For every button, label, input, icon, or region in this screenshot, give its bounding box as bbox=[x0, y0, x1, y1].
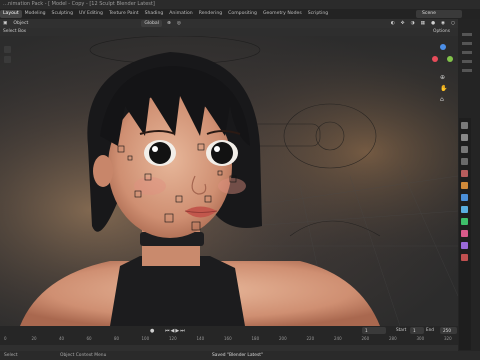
orientation-dropdown[interactable]: Global bbox=[141, 20, 162, 27]
frame-tick: 100 bbox=[141, 336, 150, 341]
y-axis-icon[interactable] bbox=[447, 56, 453, 62]
status-select: Select bbox=[4, 353, 18, 358]
frame-tick: 220 bbox=[306, 336, 315, 341]
tab-geometry-nodes[interactable]: Geometry Nodes bbox=[260, 10, 305, 18]
properties-tabs bbox=[459, 118, 471, 350]
move-icon[interactable] bbox=[4, 56, 11, 63]
current-frame-field[interactable]: 1 bbox=[362, 327, 386, 334]
tool-tab-icon[interactable] bbox=[461, 122, 468, 129]
data-tab-icon[interactable] bbox=[461, 242, 468, 249]
status-bar: Select Object Context Menu Saved "Blende… bbox=[0, 351, 480, 360]
scene-render bbox=[0, 36, 458, 326]
material-tab-icon[interactable] bbox=[461, 254, 468, 261]
status-message: Saved "Blender Latest" bbox=[212, 353, 263, 358]
viewport-header: ▣ Object Global ⊕ ◎ ◐ ✥ ◑ ▦ ● ◉ ○ bbox=[0, 19, 458, 28]
modifier-tab-icon[interactable] bbox=[461, 194, 468, 201]
frame-tick: 80 bbox=[114, 336, 120, 341]
tab-shading[interactable]: Shading bbox=[142, 10, 167, 18]
cursor-icon[interactable] bbox=[4, 46, 11, 53]
visibility-icon[interactable]: ◐ bbox=[388, 19, 398, 28]
shading-render-icon[interactable]: ○ bbox=[448, 19, 458, 28]
frame-tick: 60 bbox=[86, 336, 92, 341]
frame-tick: 160 bbox=[224, 336, 232, 341]
tab-layout[interactable]: Layout bbox=[0, 10, 22, 18]
frame-tick: 200 bbox=[279, 336, 287, 341]
frame-tick: 280 bbox=[389, 336, 397, 341]
xray-icon[interactable]: ▦ bbox=[418, 19, 428, 28]
tab-modeling[interactable]: Modeling bbox=[22, 10, 49, 18]
tab-uv-editing[interactable]: UV Editing bbox=[76, 10, 106, 18]
outliner-row[interactable] bbox=[462, 69, 472, 72]
frame-tick: 40 bbox=[59, 336, 65, 341]
view-layer-tab-icon[interactable] bbox=[461, 158, 468, 165]
shading-solid-icon[interactable]: ● bbox=[428, 19, 438, 28]
tool-header: Select Box Options bbox=[0, 28, 458, 36]
particles-tab-icon[interactable] bbox=[461, 206, 468, 213]
scene-selector[interactable]: Scene bbox=[416, 10, 462, 18]
render-tab-icon[interactable] bbox=[461, 134, 468, 141]
keyframe-icon[interactable]: ● bbox=[150, 328, 154, 334]
frame-tick: 260 bbox=[361, 336, 370, 341]
tab-rendering[interactable]: Rendering bbox=[196, 10, 225, 18]
frame-ruler[interactable]: 0 20 40 60 80 100 120 140 160 180 200 220 240 260 280 3… bbox=[0, 336, 458, 344]
workspace-tabs: Layout Modeling Sculpting UV Editing Texture… bbox=[0, 9, 480, 19]
overlay-icon[interactable]: ◑ bbox=[408, 19, 418, 28]
window-title: …nimation Pack - [ Model - Copy - [12 Sc… bbox=[0, 0, 480, 9]
proportional-icon[interactable]: ◎ bbox=[174, 19, 184, 28]
tab-scripting[interactable]: Scripting bbox=[305, 10, 331, 18]
physics-tab-icon[interactable] bbox=[461, 218, 468, 225]
playback-controls: ● ⏮◀▶⏭ 1 Start 1 End 250 bbox=[0, 326, 458, 335]
outliner-row[interactable] bbox=[462, 60, 472, 63]
status-context-menu: Object Context Menu bbox=[60, 353, 107, 358]
tab-compositing[interactable]: Compositing bbox=[225, 10, 260, 18]
tab-texture-paint[interactable]: Texture Paint bbox=[106, 10, 142, 18]
gizmo-icon[interactable]: ✥ bbox=[398, 19, 408, 28]
camera-icon[interactable]: ⌂ bbox=[440, 96, 447, 103]
scene-label: Scene bbox=[422, 11, 437, 16]
snap-icon[interactable]: ⊕ bbox=[164, 19, 174, 28]
menu-object[interactable]: Object bbox=[10, 19, 31, 28]
start-frame-field[interactable]: 1 bbox=[410, 327, 424, 334]
outliner-row[interactable] bbox=[462, 51, 472, 54]
end-label: End bbox=[426, 327, 434, 332]
outliner-row[interactable] bbox=[462, 33, 472, 36]
frame-tick: 0 bbox=[4, 336, 7, 341]
output-tab-icon[interactable] bbox=[461, 146, 468, 153]
frame-tick: 140 bbox=[196, 336, 205, 341]
tab-sculpting[interactable]: Sculpting bbox=[49, 10, 76, 18]
editor-type-icon[interactable]: ▣ bbox=[0, 19, 10, 28]
object-tab-icon[interactable] bbox=[461, 182, 468, 189]
end-frame-field[interactable]: 250 bbox=[440, 327, 457, 334]
frame-tick: 120 bbox=[169, 336, 177, 341]
tab-animation[interactable]: Animation bbox=[166, 10, 195, 18]
scene-tab-icon[interactable] bbox=[461, 170, 468, 177]
frame-tick: 300 bbox=[416, 336, 425, 341]
z-axis-icon[interactable] bbox=[440, 44, 446, 50]
frame-tick: 240 bbox=[334, 336, 342, 341]
viewport-toolbar bbox=[4, 46, 11, 63]
constraints-tab-icon[interactable] bbox=[461, 230, 468, 237]
frame-tick: 320 bbox=[444, 336, 452, 341]
options-dropdown[interactable]: Options bbox=[433, 28, 450, 36]
navigation-gizmo[interactable] bbox=[432, 44, 454, 66]
select-box-dropdown[interactable]: Select Box bbox=[3, 29, 26, 34]
start-label: Start bbox=[396, 327, 407, 332]
x-axis-icon[interactable] bbox=[432, 56, 438, 62]
outliner-row[interactable] bbox=[462, 42, 472, 45]
hand-icon[interactable]: ✋ bbox=[440, 85, 447, 92]
timeline[interactable]: ● ⏮◀▶⏭ 1 Start 1 End 250 0 20 40 60 80 100 120… bbox=[0, 326, 458, 351]
frame-tick: 20 bbox=[31, 336, 37, 341]
view-controls: ⊕ ✋ ⌂ bbox=[440, 74, 447, 103]
play-icon[interactable]: ⏮◀▶⏭ bbox=[165, 328, 186, 334]
frame-tick: 180 bbox=[251, 336, 260, 341]
zoom-icon[interactable]: ⊕ bbox=[440, 74, 447, 81]
shading-material-icon[interactable]: ◉ bbox=[438, 19, 448, 28]
3d-viewport[interactable]: ⊕ ✋ ⌂ bbox=[0, 36, 458, 326]
